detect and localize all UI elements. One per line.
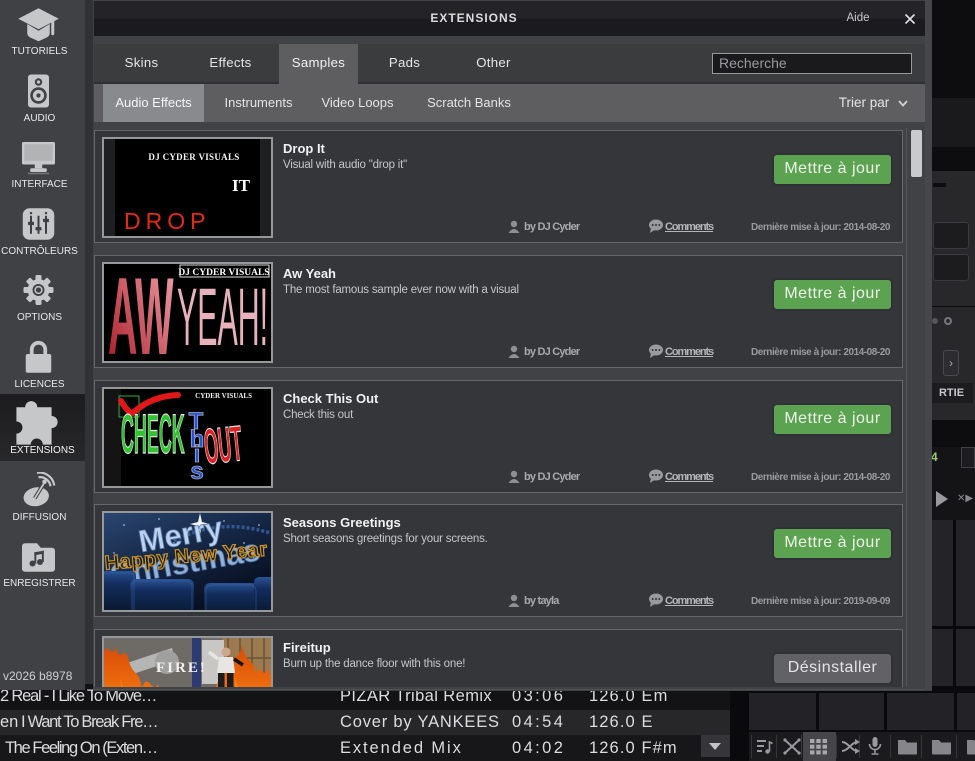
svg-text:DROP: DROP <box>124 208 210 234</box>
svg-text:DJ CYDER VISUALS: DJ CYDER VISUALS <box>148 152 239 162</box>
svg-text:s: s <box>190 458 203 485</box>
svg-text:YEAH!: YEAH! <box>177 272 268 361</box>
svg-text:AW: AW <box>108 264 174 361</box>
svg-text:OUT: OUT <box>201 415 245 475</box>
svg-text:CHECK: CHECK <box>121 401 185 464</box>
svg-text:IT: IT <box>232 176 251 195</box>
svg-text:CYDER VISUALS: CYDER VISUALS <box>195 392 252 400</box>
svg-text:FIRE!: FIRE! <box>156 660 207 676</box>
